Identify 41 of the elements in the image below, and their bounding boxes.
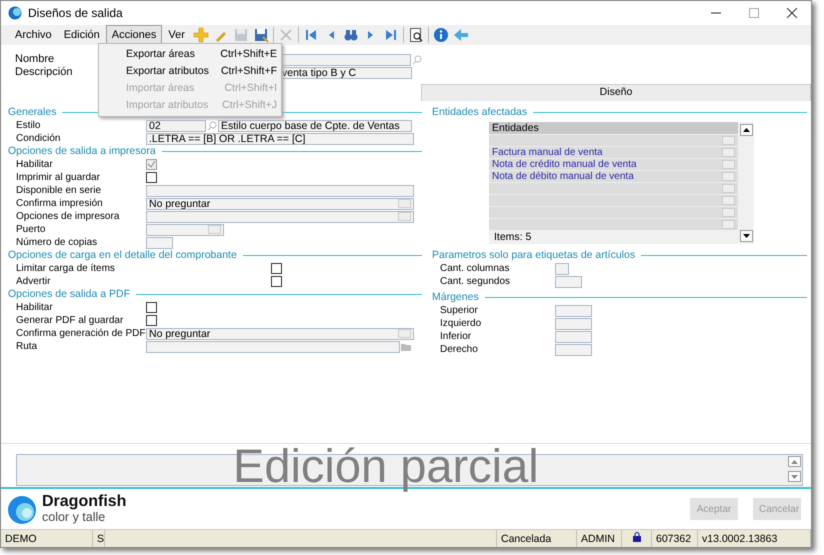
field-label: Ruta — [16, 340, 38, 354]
field-label: Cant. segundos — [440, 275, 512, 289]
field-label: Izquierdo — [440, 317, 482, 331]
section-heading: Generales — [8, 104, 56, 120]
status-text: ADMIN — [581, 533, 615, 545]
field-label: Puerto — [16, 223, 46, 237]
field-label: Confirma impresión — [16, 197, 104, 211]
field-label: Limitar carga de ítems — [16, 262, 116, 276]
field-label: Estilo — [16, 119, 42, 133]
column-header: Entidades — [489, 122, 738, 134]
status-text: 607362 — [656, 533, 692, 545]
status-text: S — [97, 533, 104, 545]
status-text: Cancelada — [501, 533, 552, 545]
field-label: Inferior — [440, 330, 472, 344]
field-label: Derecho — [440, 343, 479, 357]
field-label: Habilitar — [16, 301, 54, 315]
field-label: Disponible en serie — [16, 184, 102, 198]
window-title: Diseños de salida — [28, 5, 123, 22]
description-field: Estilo cuerpo base de Cpte. de Ventas — [218, 120, 412, 132]
field-label: Imprimir al guardar — [16, 171, 101, 185]
field-label: Generar PDF al guardar — [16, 314, 124, 328]
section-heading: Opciones de carga en el detalle del comprobante — [8, 248, 237, 263]
field-label: Cant. columnas — [440, 262, 510, 276]
item-count: Items: 5 — [493, 230, 532, 244]
logo-tagline: color y talle — [42, 510, 106, 524]
field-label: Opciones de impresora — [16, 210, 120, 224]
section-heading: Parametros solo para etiquetas de artículos — [432, 248, 636, 263]
section-heading: Márgenes — [432, 290, 479, 305]
status-overlay-text: Edición parcial — [233, 438, 539, 494]
field-label: Advertir — [16, 275, 52, 289]
section-heading: Opciones de salida a PDF — [8, 286, 130, 302]
section-heading: Opciones de salida a impresora — [8, 144, 156, 159]
field-label: Número de copias — [16, 236, 98, 250]
field-label: Confirma generación de PDF — [16, 327, 146, 341]
field-label: Condición — [16, 132, 62, 146]
status-text: v13.0002.13863 — [702, 533, 778, 545]
field-label: Superior — [440, 304, 479, 318]
logo-name: Dragonfish — [42, 494, 126, 510]
section-heading: Entidades afectadas — [432, 104, 528, 120]
status-text: DEMO — [5, 533, 36, 545]
field-label: Habilitar — [16, 158, 54, 172]
